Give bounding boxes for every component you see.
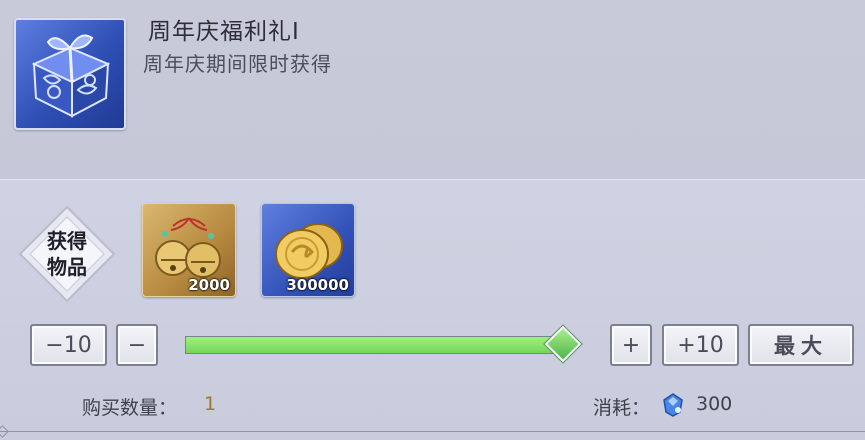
item-subtitle: 周年庆期间限时获得: [143, 52, 332, 76]
badge-label-line1: 获得: [47, 229, 87, 253]
reward-amount: 300000: [286, 276, 349, 294]
minus-10-button[interactable]: −10: [30, 324, 107, 366]
slider-fill: [186, 337, 562, 353]
plus-10-button[interactable]: +10: [662, 324, 739, 366]
quantity-label: 购买数量：: [82, 397, 178, 419]
item-title: 周年庆福利礼Ⅰ: [148, 19, 300, 45]
rewards-badge: 获得 物品: [18, 205, 116, 303]
plus-button[interactable]: +: [610, 324, 652, 366]
reward-item-bells[interactable]: 2000: [142, 203, 236, 297]
quantity-value: 1: [204, 393, 217, 415]
max-button[interactable]: 最大: [748, 324, 854, 366]
minus-button[interactable]: −: [116, 324, 158, 366]
cost-label: 消耗：: [593, 397, 651, 419]
item-header: [0, 0, 865, 179]
reward-item-coins[interactable]: 300000: [261, 203, 355, 297]
badge-label-line2: 物品: [47, 255, 87, 279]
cost-value: 300: [696, 393, 733, 415]
quantity-slider[interactable]: [185, 336, 563, 354]
gift-box-icon: [14, 18, 126, 130]
reward-amount: 2000: [188, 276, 230, 294]
blue-gem-icon: [660, 392, 686, 418]
divider: [0, 431, 865, 432]
